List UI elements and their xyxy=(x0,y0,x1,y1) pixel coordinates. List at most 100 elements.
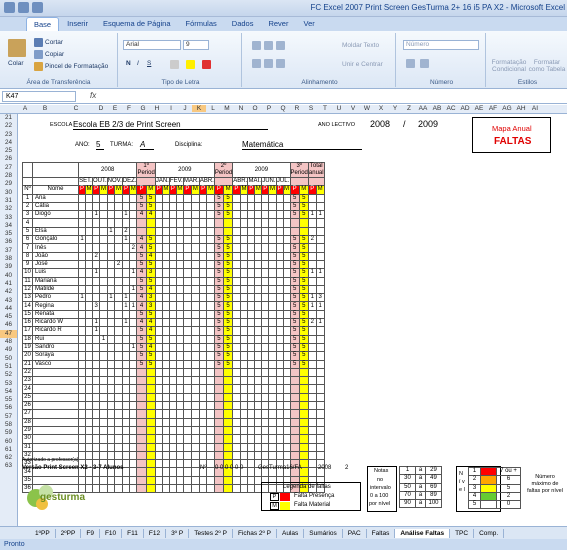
copy-button[interactable]: Copiar xyxy=(45,51,64,58)
cell[interactable] xyxy=(275,409,284,419)
row-header-51[interactable]: 51 xyxy=(0,363,17,371)
cell[interactable] xyxy=(223,367,234,378)
row-header-59[interactable]: 59 xyxy=(0,429,17,437)
period3-p[interactable]: 5 xyxy=(289,210,300,220)
month-cell[interactable] xyxy=(254,218,263,228)
month-cell[interactable] xyxy=(247,251,256,261)
month-cell[interactable] xyxy=(275,326,284,336)
m-header[interactable]: M xyxy=(254,185,263,195)
month-cell[interactable] xyxy=(161,326,170,336)
month-cell[interactable] xyxy=(154,251,163,261)
month-cell[interactable] xyxy=(282,359,291,369)
cell[interactable] xyxy=(198,367,208,378)
cell[interactable] xyxy=(307,467,317,477)
month-cell[interactable] xyxy=(254,210,263,220)
month-cell[interactable] xyxy=(275,210,284,220)
month-cell[interactable] xyxy=(182,284,192,295)
blank-cell[interactable] xyxy=(32,162,79,178)
month-cell[interactable] xyxy=(161,193,170,203)
cell[interactable] xyxy=(239,409,249,419)
student-number[interactable]: 27 xyxy=(22,409,33,419)
period2-p[interactable]: 5 xyxy=(213,201,225,212)
month-cell[interactable] xyxy=(121,334,131,344)
period2-p[interactable]: 5 xyxy=(213,251,225,261)
month-cell[interactable] xyxy=(206,251,215,261)
month-cell[interactable] xyxy=(232,293,241,303)
total-m[interactable] xyxy=(315,235,325,245)
period1-p[interactable]: 4 xyxy=(136,235,147,245)
period1-p[interactable]: 5 xyxy=(136,276,147,286)
month-cell[interactable] xyxy=(121,359,131,369)
cell[interactable] xyxy=(91,409,101,419)
row-header-62[interactable]: 62 xyxy=(0,454,17,462)
row-header-30[interactable]: 30 xyxy=(0,189,17,197)
cell[interactable] xyxy=(168,400,177,411)
month-cell[interactable] xyxy=(275,235,284,245)
month-cell[interactable] xyxy=(121,309,131,320)
pink-cell[interactable] xyxy=(136,176,156,187)
cell[interactable] xyxy=(223,400,234,411)
month-cell[interactable] xyxy=(85,334,93,344)
cell[interactable] xyxy=(78,425,86,436)
cell[interactable] xyxy=(213,442,225,452)
month-cell[interactable] xyxy=(206,210,215,220)
column-header-D[interactable]: D xyxy=(94,105,108,112)
cell[interactable] xyxy=(239,483,249,494)
period2-p[interactable] xyxy=(213,226,225,237)
month-cell[interactable] xyxy=(268,201,277,212)
month-cell[interactable] xyxy=(175,334,184,344)
cell[interactable] xyxy=(145,442,156,452)
month-cell[interactable] xyxy=(275,251,284,261)
cell[interactable] xyxy=(206,450,215,461)
month-cell[interactable] xyxy=(154,218,163,228)
cell[interactable] xyxy=(298,417,309,427)
month-cell[interactable] xyxy=(161,351,170,361)
month-cell[interactable] xyxy=(239,334,249,344)
cell[interactable] xyxy=(114,417,123,427)
month-cell[interactable] xyxy=(121,268,131,278)
student-name[interactable] xyxy=(32,400,79,411)
month-cell[interactable] xyxy=(121,284,131,295)
month-cell[interactable] xyxy=(129,359,138,369)
month-cell[interactable] xyxy=(129,218,138,228)
month-cell[interactable]: 1 xyxy=(121,318,131,328)
cell[interactable] xyxy=(223,442,234,452)
month-cell[interactable] xyxy=(268,226,277,237)
month-cell[interactable] xyxy=(154,201,163,212)
column-header-AE[interactable]: AE xyxy=(472,105,486,112)
month-cell[interactable]: 2 xyxy=(91,251,101,261)
month-cell[interactable] xyxy=(168,235,177,245)
month-cell[interactable] xyxy=(99,243,108,253)
cell[interactable] xyxy=(168,384,177,394)
month-cell[interactable] xyxy=(261,235,270,245)
cell[interactable] xyxy=(121,392,131,403)
row-header-61[interactable]: 61 xyxy=(0,446,17,454)
month-cell[interactable] xyxy=(190,342,200,353)
month-cell[interactable]: 2 xyxy=(114,259,123,270)
month-cell[interactable] xyxy=(275,284,284,295)
period1-m[interactable]: 4 xyxy=(145,342,156,353)
student-number[interactable]: 29 xyxy=(22,425,33,436)
cell[interactable] xyxy=(289,384,300,394)
cell[interactable] xyxy=(282,442,291,452)
cell[interactable] xyxy=(91,400,101,411)
align-right-icon[interactable] xyxy=(276,59,285,68)
p-header[interactable]: P xyxy=(198,185,208,195)
month-cell[interactable] xyxy=(168,351,177,361)
p-header[interactable]: P xyxy=(247,185,256,195)
month-cell[interactable] xyxy=(275,334,284,344)
month-cell[interactable] xyxy=(99,359,108,369)
month-cell[interactable] xyxy=(175,351,184,361)
row-header-34[interactable]: 34 xyxy=(0,222,17,230)
month-cell[interactable] xyxy=(206,259,215,270)
month-cell[interactable] xyxy=(182,259,192,270)
month-cell[interactable] xyxy=(198,218,208,228)
student-number[interactable]: 24 xyxy=(22,384,33,394)
month-cell[interactable] xyxy=(254,201,263,212)
row-header-41[interactable]: 41 xyxy=(0,280,17,288)
period2-m[interactable] xyxy=(223,226,234,237)
month-cell[interactable] xyxy=(190,193,200,203)
cell[interactable] xyxy=(247,367,256,378)
student-number[interactable]: 11 xyxy=(22,276,33,286)
table-row[interactable]: 8 João 2 5 4 5 5 5 5 xyxy=(22,251,325,261)
